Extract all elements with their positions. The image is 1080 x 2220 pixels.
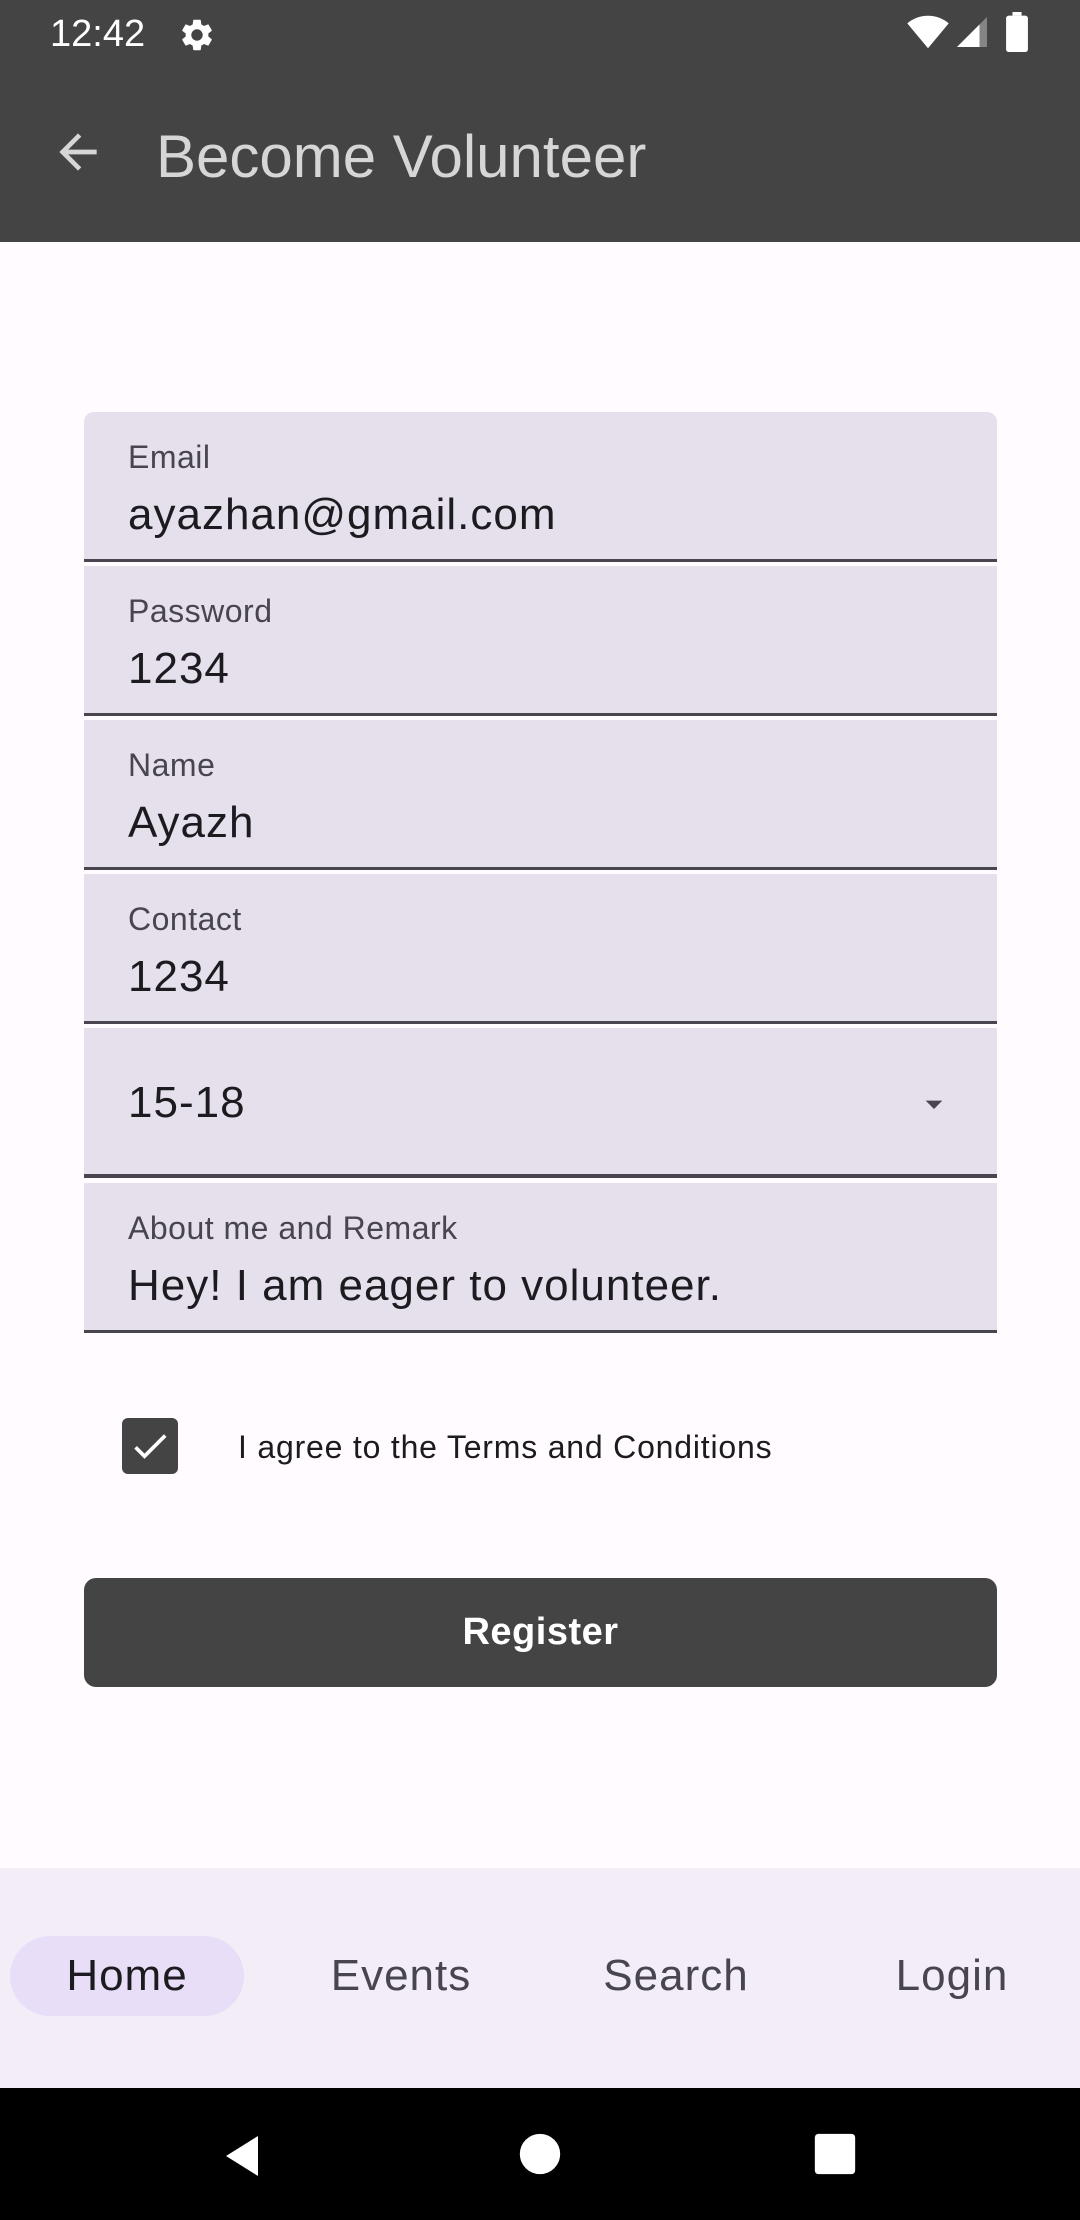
terms-label: I agree to the Terms and Conditions	[238, 1429, 773, 1465]
nav-item-label: Events	[330, 1951, 472, 2000]
email-value: ayazhan@gmail.com	[128, 490, 557, 539]
page-title: Become Volunteer	[156, 123, 647, 190]
system-home-icon[interactable]	[518, 2132, 562, 2176]
app-bar: Become Volunteer	[0, 66, 1080, 242]
gear-icon	[182, 19, 212, 51]
nav-item-search[interactable]: Search	[560, 1936, 792, 2016]
age-group-value: 15-18	[128, 1078, 246, 1127]
check-icon	[134, 1434, 167, 1459]
password-field[interactable]: Password 1234	[84, 566, 997, 716]
name-label: Name	[128, 747, 216, 783]
password-label: Password	[128, 593, 273, 629]
dropdown-arrow-icon[interactable]	[914, 1084, 954, 1124]
nav-item-home[interactable]: Home	[10, 1936, 244, 2016]
password-value: 1234	[128, 644, 230, 693]
status-time: 12:42	[50, 13, 146, 55]
nav-item-label: Login	[895, 1951, 1009, 2000]
name-field[interactable]: Name Ayazh	[84, 720, 997, 870]
signal-icon	[957, 17, 987, 47]
system-navigation-bar	[0, 2088, 1080, 2220]
status-bar: 12:42	[0, 0, 1080, 66]
email-label: Email	[128, 439, 211, 475]
arrow-back-icon[interactable]	[50, 124, 106, 180]
contact-field[interactable]: Contact 1234	[84, 874, 997, 1024]
nav-item-events[interactable]: Events	[285, 1936, 517, 2016]
about-value: Hey! I am eager to volunteer.	[128, 1261, 722, 1310]
age-group-select[interactable]: 15-18	[84, 1028, 997, 1178]
email-field[interactable]: Email ayazhan@gmail.com	[84, 412, 997, 562]
about-label: About me and Remark	[128, 1210, 458, 1246]
contact-label: Contact	[128, 901, 242, 937]
nav-item-label: Search	[603, 1951, 749, 2000]
nav-item-label: Home	[66, 1951, 188, 2000]
system-back-icon[interactable]	[220, 2132, 268, 2180]
bottom-navigation: Home Events Search Login	[0, 1868, 1080, 2088]
system-recents-icon[interactable]	[813, 2132, 857, 2176]
contact-value: 1234	[128, 952, 230, 1001]
register-button[interactable]: Register	[84, 1578, 997, 1687]
about-field[interactable]: About me and Remark Hey! I am eager to v…	[84, 1183, 997, 1333]
name-value: Ayazh	[128, 798, 255, 847]
register-label: Register	[462, 1611, 619, 1653]
wifi-icon	[907, 15, 949, 49]
terms-checkbox[interactable]	[122, 1418, 178, 1474]
battery-icon	[1006, 12, 1028, 52]
nav-item-login[interactable]: Login	[836, 1936, 1068, 2016]
